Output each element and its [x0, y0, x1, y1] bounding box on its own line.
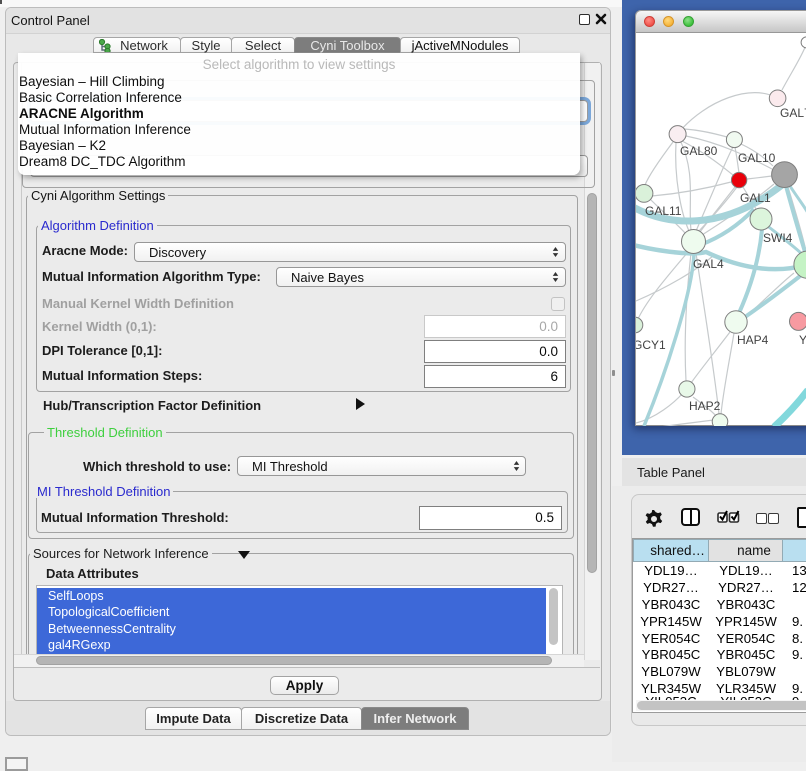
svg-text:GAL7: GAL7: [780, 106, 806, 120]
svg-text:GAL80: GAL80: [680, 144, 718, 158]
svg-text:SWI4: SWI4: [763, 231, 793, 245]
svg-text:GAL10: GAL10: [738, 151, 776, 165]
svg-text:GCY1: GCY1: [636, 338, 666, 352]
svg-text:GAL4: GAL4: [693, 257, 724, 271]
svg-text:GAL11: GAL11: [645, 204, 682, 218]
svg-text:YE: YE: [799, 333, 806, 347]
svg-text:GAL1: GAL1: [740, 191, 771, 205]
svg-text:HAP2: HAP2: [689, 399, 721, 413]
svg-text:HAP4: HAP4: [737, 333, 769, 347]
